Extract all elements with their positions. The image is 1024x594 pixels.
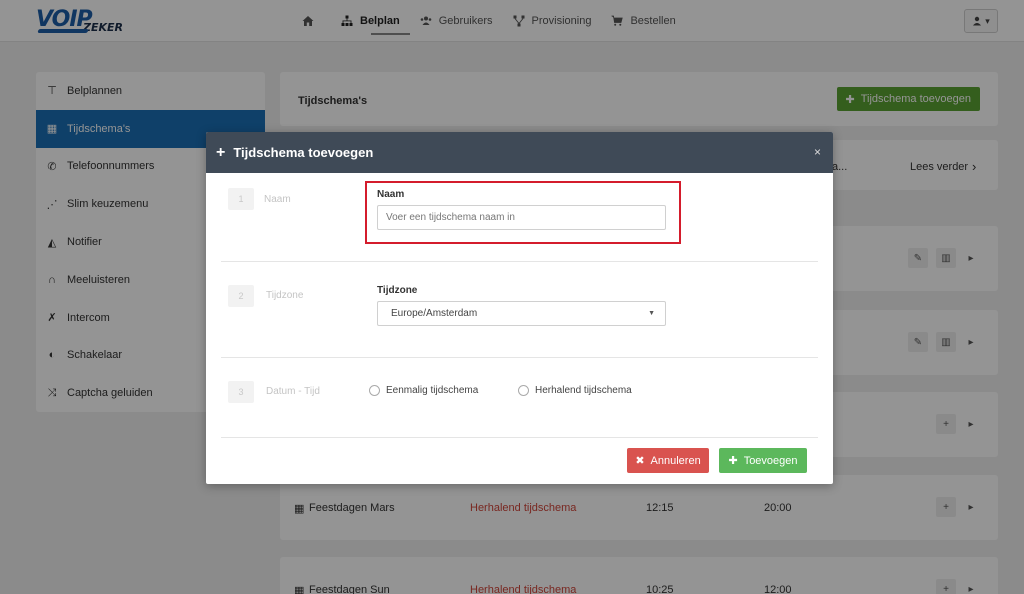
submit-button[interactable]: ✚ Toevoegen xyxy=(719,448,807,473)
submit-button-label: Toevoegen xyxy=(743,454,798,467)
radio-eenmalig[interactable]: Eenmalig tijdschema xyxy=(369,385,478,396)
timezone-selected-value: Europe/Amsterdam xyxy=(391,308,478,319)
step-number-3: 3 xyxy=(228,381,254,403)
modal-title: Tijdschema toevoegen xyxy=(233,145,374,160)
step-label-tijdzone: Tijdzone xyxy=(266,290,304,301)
timezone-select[interactable]: Europe/Amsterdam ▼ xyxy=(377,301,666,326)
divider xyxy=(221,357,818,358)
step-label-naam: Naam xyxy=(264,194,291,205)
step-number-1: 1 xyxy=(228,188,254,210)
add-schedule-modal: + Tijdschema toevoegen × 1 Naam Naam 2 T… xyxy=(206,132,833,484)
divider xyxy=(221,261,818,262)
step-label-datum-tijd: Datum - Tijd xyxy=(266,386,320,397)
cancel-button-label: Annuleren xyxy=(650,454,701,467)
close-icon[interactable]: × xyxy=(814,145,821,159)
radio-herhalend-label: Herhalend tijdschema xyxy=(535,385,632,396)
plus-icon: + xyxy=(216,143,226,161)
name-field-highlight xyxy=(365,181,681,244)
timezone-field-label: Tijdzone xyxy=(377,285,418,296)
step-number-2: 2 xyxy=(228,285,254,307)
close-icon: ✖ xyxy=(635,455,645,467)
cancel-button[interactable]: ✖ Annuleren xyxy=(627,448,709,473)
plus-icon: ✚ xyxy=(728,455,738,467)
modal-header: + Tijdschema toevoegen × xyxy=(206,132,833,173)
radio-eenmalig-label: Eenmalig tijdschema xyxy=(386,385,479,396)
radio-circle[interactable] xyxy=(518,385,529,396)
radio-circle[interactable] xyxy=(369,385,380,396)
radio-herhalend[interactable]: Herhalend tijdschema xyxy=(518,385,632,396)
divider xyxy=(221,437,818,438)
chevron-down-icon: ▼ xyxy=(648,310,655,317)
